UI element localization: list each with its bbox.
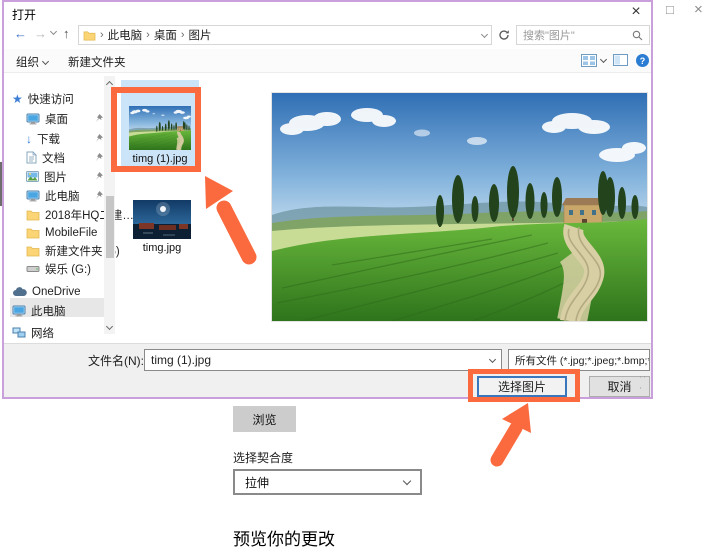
chevron-down-icon <box>600 56 607 63</box>
file-thumbnail-timg[interactable] <box>133 200 191 239</box>
dialog-toolbar: 组织 新建文件夹 ? <box>4 49 651 73</box>
sidebar-item-documents[interactable]: 文档 <box>26 149 65 166</box>
sidebar-item-label: OneDrive <box>32 286 81 298</box>
sidebar-item-label: 文档 <box>42 150 65 166</box>
sidebar-item-label: MobileFile <box>45 227 97 239</box>
folder-icon <box>83 30 96 41</box>
breadcrumb-separator: › <box>146 29 150 41</box>
choose-fit-label: 选择契合度 <box>233 449 293 466</box>
sidebar-item-downloads[interactable]: ↓ 下载 <box>26 130 60 147</box>
forward-button[interactable]: → <box>34 26 47 42</box>
folder-icon <box>26 209 40 221</box>
pin-icon <box>94 113 104 123</box>
open-file-dialog: 打开 × ← → ↑ › 此电脑 › 桌面 › 图片 <box>2 0 653 399</box>
annotation-box-thumbnail <box>111 87 201 172</box>
sidebar-item-quick-access[interactable]: ★ 快速访问 <box>12 90 74 107</box>
network-icon <box>12 327 26 338</box>
computer-icon <box>12 305 26 317</box>
navigation-bar: ← → ↑ › 此电脑 › 桌面 › 图片 搜索"图片" <box>4 22 651 48</box>
chevron-down-icon <box>403 477 411 485</box>
folder-icon <box>26 227 40 239</box>
screen: □ × 浏览 选择契合度 拉伸 预览你的更改 打开 × ← → ↑ › 此电脑 … <box>0 0 710 547</box>
thumbnails-view-icon <box>581 54 597 67</box>
address-bar[interactable]: › 此电脑 › 桌面 › 图片 <box>78 25 492 45</box>
scroll-down-icon[interactable] <box>105 323 112 330</box>
resize-grip[interactable]: ⋅⋅⋅ <box>639 372 647 394</box>
breadcrumb-separator: › <box>181 29 185 41</box>
filetype-select[interactable]: 所有文件 (*.jpg;*.jpeg;*.bmp;*. <box>508 349 650 371</box>
document-icon <box>26 151 37 164</box>
pin-icon <box>94 171 104 181</box>
pin-icon <box>94 152 104 162</box>
dialog-close-button[interactable]: × <box>627 3 645 21</box>
up-button[interactable]: ↑ <box>63 26 70 42</box>
sidebar-item-label: 网络 <box>31 325 54 341</box>
fit-select-value: 拉伸 <box>245 474 269 491</box>
search-input[interactable]: 搜索"图片" <box>516 25 650 45</box>
scrollbar-thumb[interactable] <box>106 196 114 258</box>
search-placeholder: 搜索"图片" <box>523 27 575 43</box>
background-close-button[interactable]: × <box>694 2 703 18</box>
sidebar-item-label: 2018年HQ二建… <box>45 207 134 223</box>
preview-pane-button[interactable] <box>613 54 628 66</box>
preview-changes-heading: 预览你的更改 <box>233 525 335 547</box>
filetype-value: 所有文件 (*.jpg;*.jpeg;*.bmp;*. <box>515 353 650 368</box>
help-icon: ? <box>636 54 649 67</box>
chevron-down-icon <box>489 355 496 362</box>
refresh-icon[interactable] <box>498 29 510 41</box>
folder-icon <box>26 245 40 257</box>
new-folder-label: 新建文件夹 <box>68 54 126 70</box>
drive-icon <box>26 264 40 274</box>
sidebar-item-network[interactable]: 网络 <box>12 324 54 341</box>
fit-select[interactable]: 拉伸 <box>233 469 422 495</box>
filename-input[interactable]: timg (1).jpg <box>144 349 502 371</box>
organize-button[interactable]: 组织 <box>16 54 48 70</box>
address-dropdown-icon[interactable] <box>481 30 488 37</box>
preview-pane-icon <box>613 54 628 66</box>
dialog-title: 打开 <box>12 6 36 23</box>
sidebar-item-folder-2018[interactable]: 2018年HQ二建… <box>26 206 134 223</box>
breadcrumb-separator: › <box>100 29 104 41</box>
sidebar-item-label: 下载 <box>37 131 60 147</box>
sidebar-item-label: 图片 <box>44 169 67 185</box>
pin-icon <box>94 133 104 143</box>
view-mode-button[interactable] <box>581 54 606 67</box>
new-folder-button[interactable]: 新建文件夹 <box>68 54 126 70</box>
breadcrumb-pictures[interactable]: 图片 <box>189 27 212 43</box>
browse-button[interactable]: 浏览 <box>233 406 296 432</box>
sidebar-item-label: 此电脑 <box>31 303 66 319</box>
search-icon <box>632 30 643 41</box>
help-button[interactable]: ? <box>636 54 649 67</box>
pictures-icon <box>26 171 39 182</box>
breadcrumb-this-pc[interactable]: 此电脑 <box>108 27 143 43</box>
sidebar-item-this-pc[interactable]: 此电脑 <box>26 187 80 204</box>
sidebar-item-mobilefile[interactable]: MobileFile <box>26 224 97 241</box>
sidebar-item-label: 快速访问 <box>28 91 74 107</box>
annotation-box-select-button <box>468 369 580 402</box>
sidebar-item-this-pc-2[interactable]: 此电脑 <box>12 302 66 319</box>
sidebar-item-onedrive[interactable]: OneDrive <box>12 283 81 300</box>
chevron-down-icon <box>42 57 49 64</box>
sidebar-item-drive-g[interactable]: 娱乐 (G:) <box>26 260 91 277</box>
computer-icon <box>26 190 40 202</box>
sidebar-item-label: 此电脑 <box>45 188 80 204</box>
pin-icon <box>94 190 104 200</box>
sidebar-item-label: 桌面 <box>45 111 68 127</box>
desktop-icon <box>26 113 40 125</box>
background-maximize-button[interactable]: □ <box>666 2 674 18</box>
organize-label: 组织 <box>16 54 39 70</box>
breadcrumb-desktop[interactable]: 桌面 <box>154 27 177 43</box>
cloud-icon <box>12 287 27 297</box>
star-icon: ★ <box>12 92 23 106</box>
download-icon: ↓ <box>26 132 32 146</box>
back-button[interactable]: ← <box>14 26 27 42</box>
filename-label: 文件名(N): <box>88 352 144 369</box>
file-name-label[interactable]: timg.jpg <box>123 242 201 254</box>
preview-image <box>271 92 648 322</box>
sidebar-item-pictures[interactable]: 图片 <box>26 168 67 185</box>
filename-value: timg (1).jpg <box>151 353 211 367</box>
sidebar-item-label: 娱乐 (G:) <box>45 261 91 277</box>
history-dropdown-icon[interactable] <box>50 28 57 35</box>
sidebar-item-desktop[interactable]: 桌面 <box>26 110 68 127</box>
